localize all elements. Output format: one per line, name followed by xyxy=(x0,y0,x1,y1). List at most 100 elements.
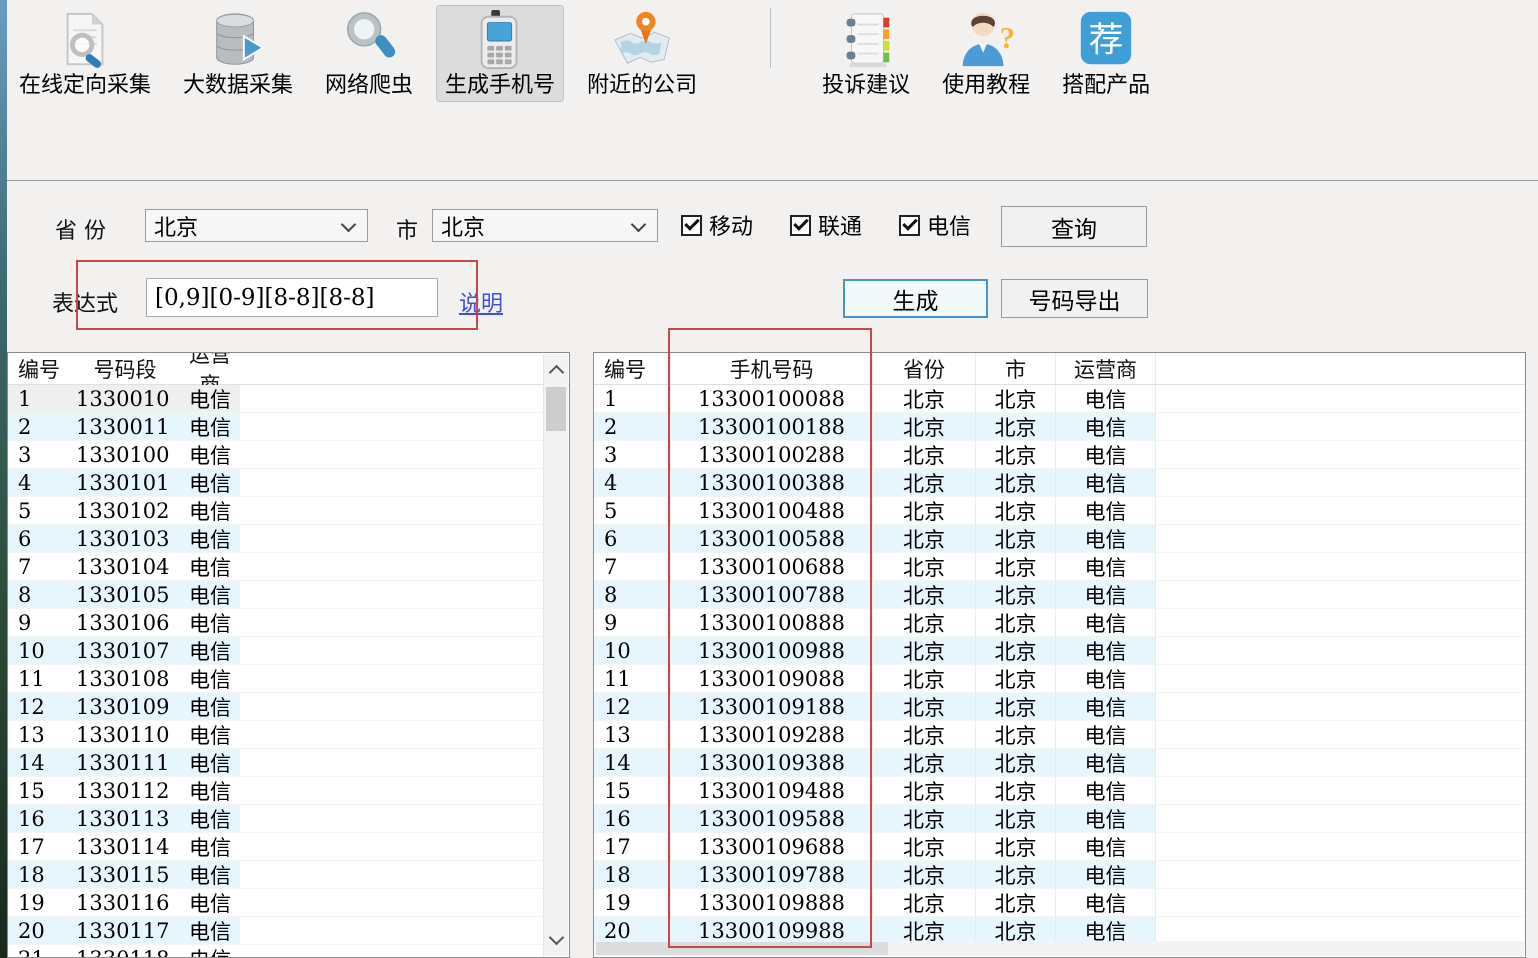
segment-row[interactable]: 8 1330105 电信 xyxy=(8,581,569,609)
phone-row[interactable]: 14 13300109388 北京 北京 电信 xyxy=(594,749,1525,777)
phone-row[interactable]: 10 13300100988 北京 北京 电信 xyxy=(594,637,1525,665)
scroll-up-arrow-icon[interactable] xyxy=(544,356,568,384)
segment-row-number: 1 xyxy=(8,387,70,411)
phone-row[interactable]: 19 13300109888 北京 北京 电信 xyxy=(594,889,1525,917)
export-button[interactable]: 号码导出 xyxy=(1001,279,1148,318)
segment-row[interactable]: 4 1330101 电信 xyxy=(8,469,569,497)
scroll-thumb[interactable] xyxy=(596,942,888,955)
recommend-icon: 荐 xyxy=(1075,9,1137,71)
segment-row-number: 5 xyxy=(8,499,70,523)
segment-row[interactable]: 15 1330112 电信 xyxy=(8,777,569,805)
scroll-down-arrow-icon[interactable] xyxy=(544,926,568,954)
segment-row-number: 20 xyxy=(8,919,70,943)
phone-row[interactable]: 7 13300100688 北京 北京 电信 xyxy=(594,553,1525,581)
toolbar-item-label: 附近的公司 xyxy=(587,71,697,98)
segment-value: 1330104 xyxy=(70,555,180,579)
toolbar-item[interactable]: 附近的公司 xyxy=(578,5,706,102)
segment-row[interactable]: 21 1330118 电信 xyxy=(8,945,569,958)
phone-row[interactable]: 2 13300100188 北京 北京 电信 xyxy=(594,413,1525,441)
phone-province: 北京 xyxy=(873,721,976,748)
toolbar-item[interactable]: 生成手机号 xyxy=(436,5,564,102)
toolbar-item[interactable]: 荐 搭配产品 xyxy=(1053,5,1159,102)
phone-row[interactable]: 15 13300109488 北京 北京 电信 xyxy=(594,777,1525,805)
carrier-checkbox[interactable]: 联通 xyxy=(790,209,862,241)
phone-row[interactable]: 6 13300100588 北京 北京 电信 xyxy=(594,525,1525,553)
phone-row[interactable]: 8 13300100788 北京 北京 电信 xyxy=(594,581,1525,609)
toolbar-item[interactable]: 投诉建议 xyxy=(813,5,919,102)
column-header[interactable]: 号码段 xyxy=(70,354,180,384)
province-select[interactable]: 北京 xyxy=(145,209,368,242)
city-select[interactable]: 北京 xyxy=(432,209,658,242)
phone-number: 13300109688 xyxy=(671,833,873,860)
phone-row[interactable]: 11 13300109088 北京 北京 电信 xyxy=(594,665,1525,693)
column-header[interactable]: 市 xyxy=(976,353,1056,384)
phone-row[interactable]: 20 13300109988 北京 北京 电信 xyxy=(594,917,1525,944)
phone-carrier: 电信 xyxy=(1056,609,1156,636)
column-header[interactable]: 编号 xyxy=(8,354,70,384)
phone-row-number: 4 xyxy=(594,469,671,496)
segment-row[interactable]: 5 1330102 电信 xyxy=(8,497,569,525)
segment-row[interactable]: 2 1330011 电信 xyxy=(8,413,569,441)
segment-row[interactable]: 19 1330116 电信 xyxy=(8,889,569,917)
column-header[interactable]: 省份 xyxy=(873,353,976,384)
segment-row[interactable]: 3 1330100 电信 xyxy=(8,441,569,469)
segment-row[interactable]: 18 1330115 电信 xyxy=(8,861,569,889)
phone-row[interactable]: 18 13300109788 北京 北京 电信 xyxy=(594,861,1525,889)
toolbar-item[interactable]: 在线定向采集 xyxy=(10,5,160,102)
toolbar-item[interactable]: 网络爬虫 xyxy=(316,5,422,102)
query-button[interactable]: 查询 xyxy=(1001,206,1147,247)
check-mark-icon xyxy=(793,215,809,231)
segment-table-header: 编号 号码段 运营商 xyxy=(8,353,569,385)
carrier-checkbox[interactable]: 电信 xyxy=(899,209,971,241)
carrier-checkbox-row: 移动 联通 电信 xyxy=(681,209,1008,241)
segment-row[interactable]: 12 1330109 电信 xyxy=(8,693,569,721)
phone-row[interactable]: 9 13300100888 北京 北京 电信 xyxy=(594,609,1525,637)
column-header[interactable]: 运营商 xyxy=(1056,353,1156,384)
phone-number: 13300109488 xyxy=(671,777,873,804)
segment-row[interactable]: 6 1330103 电信 xyxy=(8,525,569,553)
checkbox-icon[interactable] xyxy=(790,215,811,236)
vertical-scrollbar[interactable] xyxy=(543,354,568,956)
segment-carrier: 电信 xyxy=(180,916,240,946)
phone-row[interactable]: 3 13300100288 北京 北京 电信 xyxy=(594,441,1525,469)
segment-row-number: 7 xyxy=(8,555,70,579)
horizontal-scrollbar[interactable] xyxy=(595,941,1524,956)
checkbox-icon[interactable] xyxy=(681,215,702,236)
segment-row-number: 18 xyxy=(8,863,70,887)
segment-row[interactable]: 13 1330110 电信 xyxy=(8,721,569,749)
scroll-thumb[interactable] xyxy=(546,387,566,431)
toolbar-item[interactable]: 大数据采集 xyxy=(174,5,302,102)
segment-row[interactable]: 10 1330107 电信 xyxy=(8,637,569,665)
carrier-checkbox[interactable]: 移动 xyxy=(681,209,753,241)
segment-carrier: 电信 xyxy=(180,608,240,638)
phone-row[interactable]: 13 13300109288 北京 北京 电信 xyxy=(594,721,1525,749)
segment-row[interactable]: 20 1330117 电信 xyxy=(8,917,569,945)
segment-row[interactable]: 16 1330113 电信 xyxy=(8,805,569,833)
segment-row[interactable]: 1 1330010 电信 xyxy=(8,385,569,413)
phone-row[interactable]: 4 13300100388 北京 北京 电信 xyxy=(594,469,1525,497)
column-header[interactable]: 手机号码 xyxy=(671,353,873,384)
column-header[interactable]: 编号 xyxy=(594,353,671,384)
phone-row[interactable]: 17 13300109688 北京 北京 电信 xyxy=(594,833,1525,861)
segment-row[interactable]: 14 1330111 电信 xyxy=(8,749,569,777)
checkbox-icon[interactable] xyxy=(899,215,920,236)
segment-value: 1330117 xyxy=(70,919,180,943)
phone-row[interactable]: 16 13300109588 北京 北京 电信 xyxy=(594,805,1525,833)
segment-value: 1330112 xyxy=(70,779,180,803)
phone-row[interactable]: 1 13300100088 北京 北京 电信 xyxy=(594,385,1525,413)
segment-row[interactable]: 9 1330106 电信 xyxy=(8,609,569,637)
generate-button[interactable]: 生成 xyxy=(843,279,988,318)
phone-row[interactable]: 5 13300100488 北京 北京 电信 xyxy=(594,497,1525,525)
phone-city: 北京 xyxy=(976,777,1056,804)
segment-row[interactable]: 17 1330114 电信 xyxy=(8,833,569,861)
segment-row[interactable]: 11 1330108 电信 xyxy=(8,665,569,693)
help-link[interactable]: 说明 xyxy=(459,286,503,318)
phone-table-header: 编号 手机号码 省份 市 运营商 xyxy=(594,353,1525,385)
segment-carrier: 电信 xyxy=(180,860,240,890)
toolbar-item-label: 大数据采集 xyxy=(183,71,293,98)
segment-value: 1330118 xyxy=(70,947,180,958)
expression-input[interactable] xyxy=(146,278,438,317)
segment-row[interactable]: 7 1330104 电信 xyxy=(8,553,569,581)
toolbar-item[interactable]: ? 使用教程 xyxy=(933,5,1039,102)
phone-row[interactable]: 12 13300109188 北京 北京 电信 xyxy=(594,693,1525,721)
